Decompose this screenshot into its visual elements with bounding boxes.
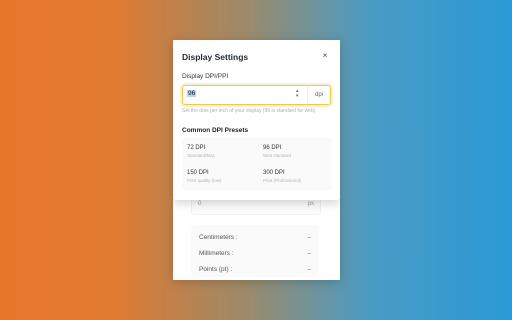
results-list: Centimeters : – Millimeters : – Points (… [191, 225, 319, 277]
result-row-millimeters: Millimeters : – [199, 250, 311, 257]
spin-down-icon[interactable]: ▾ [296, 94, 299, 99]
converter-panel: 0 px Centimeters : – Millimeters : – Poi… [173, 40, 340, 280]
preset-desc: Print quality (low) [187, 178, 222, 183]
value-input-unit: px [307, 201, 314, 207]
result-label: Millimeters : [199, 250, 234, 257]
result-value: – [307, 234, 311, 241]
display-settings-dialog: Display Settings × Display DPI/PPI 96 ▴ … [173, 40, 340, 200]
value-input-text: 0 [198, 201, 202, 207]
preset-desc: Print (Professional) [263, 178, 302, 183]
dpi-label: Display DPI/PPI [182, 73, 229, 80]
preset-300-dpi[interactable]: 300 DPI Print (Professional) [258, 165, 328, 187]
preset-96-dpi[interactable]: 96 DPI Web standard [258, 140, 328, 162]
result-label: Centimeters : [199, 234, 238, 241]
spinner-icon[interactable]: ▴ ▾ [296, 89, 299, 99]
preset-desc: Web standard [263, 153, 291, 158]
result-value: – [307, 250, 311, 257]
result-label: Points (pt) : [199, 266, 233, 273]
dialog-title: Display Settings [182, 52, 249, 62]
close-icon[interactable]: × [320, 51, 330, 61]
dpi-hint: Set the dots per inch of your display (9… [182, 108, 316, 114]
result-row-points: Points (pt) : – [199, 266, 311, 273]
dpi-unit: dpi [307, 86, 330, 104]
preset-dpi: 150 DPI [187, 170, 209, 176]
result-row-centimeters: Centimeters : – [199, 234, 311, 241]
result-value: – [307, 266, 311, 273]
presets-title: Common DPI Presets [182, 127, 249, 134]
preset-dpi: 300 DPI [263, 170, 285, 176]
presets-grid: 72 DPI Standard/Mac 96 DPI Web standard … [182, 138, 332, 190]
preset-dpi: 72 DPI [187, 145, 206, 151]
dpi-input-value: 96 [187, 90, 197, 97]
preset-dpi: 96 DPI [263, 145, 282, 151]
preset-72-dpi[interactable]: 72 DPI Standard/Mac [182, 140, 252, 162]
dpi-input[interactable]: 96 ▴ ▾ dpi [182, 85, 331, 105]
preset-desc: Standard/Mac [187, 153, 216, 158]
preset-150-dpi[interactable]: 150 DPI Print quality (low) [182, 165, 252, 187]
